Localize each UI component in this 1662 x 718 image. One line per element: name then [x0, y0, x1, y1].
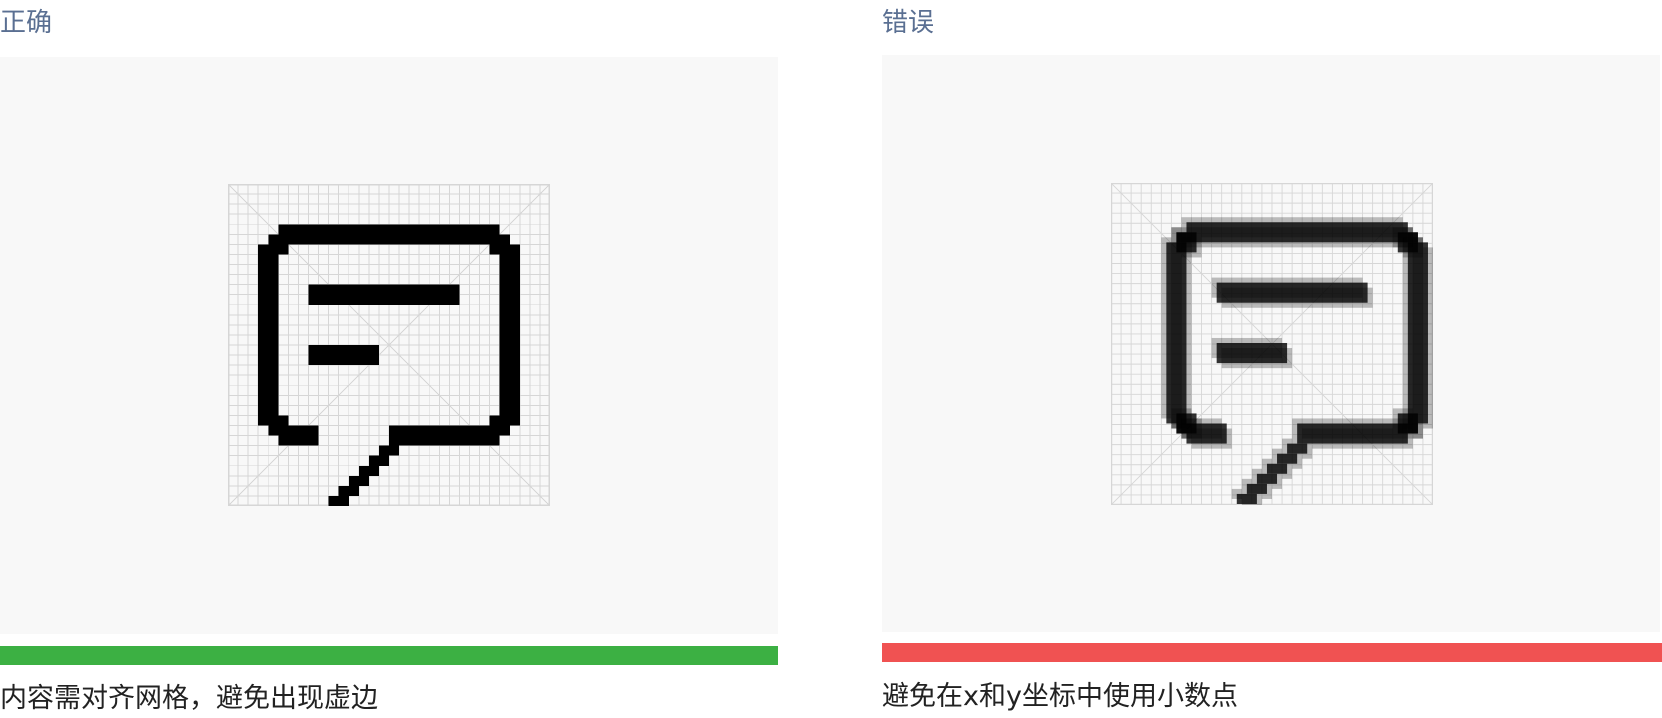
speech-bubble-icon — [1111, 183, 1433, 505]
incorrect-caption: 避免在x和y坐标中使用小数点 — [882, 681, 1238, 712]
incorrect-example-panel: 错误 避免在x和y坐标中使用小数点 — [882, 0, 1662, 718]
icon-strokes — [1166, 222, 1428, 504]
incorrect-canvas — [882, 55, 1660, 632]
incorrect-title: 错误 — [882, 8, 935, 38]
correct-title: 正确 — [0, 8, 53, 38]
correct-caption: 内容需对齐网格，避免出现虚边 — [0, 683, 378, 714]
correct-canvas — [0, 57, 778, 634]
correct-status-bar — [0, 646, 778, 665]
incorrect-status-bar — [882, 643, 1662, 662]
correct-example-panel: 正确 内容需对齐网格，避免出现虚边 — [0, 0, 778, 718]
speech-bubble-icon — [228, 184, 550, 506]
